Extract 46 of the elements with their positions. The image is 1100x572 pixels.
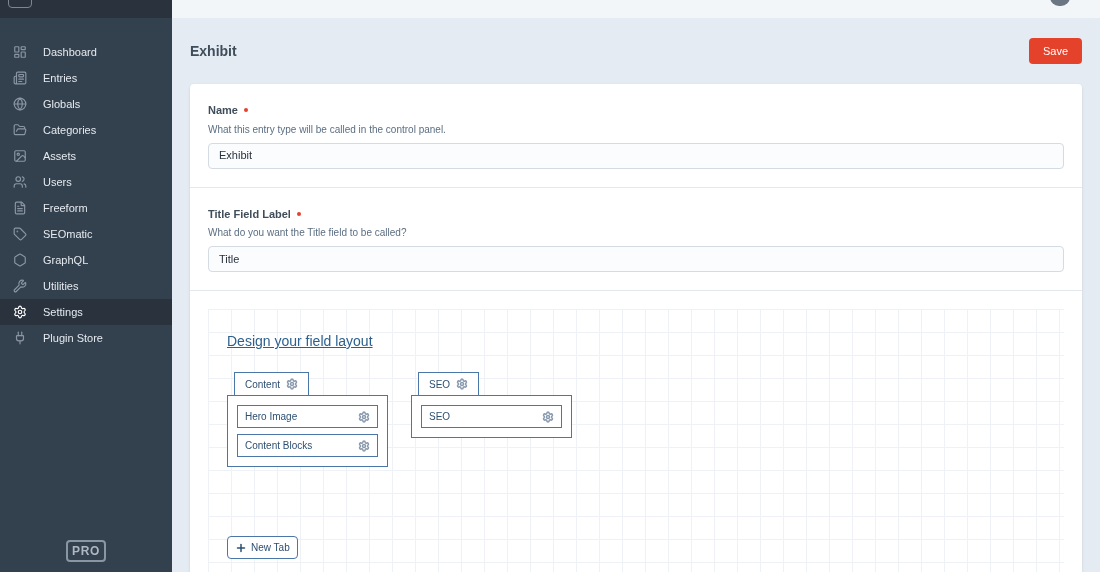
sidebar-item[interactable]: SEOmatic xyxy=(0,221,172,247)
plus-icon xyxy=(235,541,247,554)
layout-field[interactable]: Content Blocks xyxy=(237,434,378,457)
sidebar-item[interactable]: Users xyxy=(0,169,172,195)
globe-icon xyxy=(13,97,27,111)
sidebar-item[interactable]: Globals xyxy=(0,91,172,117)
sidebar-item[interactable]: Categories xyxy=(0,117,172,143)
text-field[interactable]: Exhibit xyxy=(208,142,1064,169)
hexagon-icon xyxy=(13,253,27,267)
text-field[interactable]: Title xyxy=(208,246,1064,272)
settings-icon[interactable] xyxy=(286,378,299,390)
field-instructions: What do you want the Title field to be called? xyxy=(208,226,408,240)
settings-icon[interactable] xyxy=(456,378,469,390)
sidebar-item[interactable]: Utilities xyxy=(0,273,172,299)
design-layout-link[interactable]: Design your field layout xyxy=(227,331,373,352)
save-button[interactable]: Save xyxy=(1028,38,1082,64)
layout-field[interactable]: Hero Image xyxy=(237,405,378,428)
document-icon xyxy=(13,201,27,215)
sidebar-item[interactable]: Entries xyxy=(0,65,172,91)
sidebar-item[interactable]: Plugin Store xyxy=(0,325,172,351)
wrench-icon xyxy=(13,279,27,293)
page-title: Exhibit xyxy=(190,41,237,61)
newspaper-icon xyxy=(13,71,27,85)
sidebar-item[interactable]: Assets xyxy=(0,143,172,169)
tag-icon xyxy=(13,227,27,241)
plug-icon xyxy=(13,331,27,345)
layout-tab[interactable]: SEO xyxy=(418,372,480,395)
sidebar-item[interactable]: Freeform xyxy=(0,195,172,221)
image-icon xyxy=(13,149,27,163)
settings-icon[interactable] xyxy=(358,439,370,452)
sidebar-item[interactable]: Dashboard xyxy=(0,39,172,65)
field-instructions: What this entry type will be called in the control panel. xyxy=(208,122,447,137)
gauge-icon xyxy=(13,45,27,59)
layout-field[interactable]: SEO xyxy=(421,405,562,428)
settings-icon[interactable] xyxy=(358,410,370,423)
folder-icon xyxy=(13,123,27,137)
settings-icon xyxy=(13,305,27,319)
new-tab-button[interactable]: New Tab xyxy=(227,536,298,559)
layout-tab[interactable]: Content xyxy=(234,372,310,395)
settings-icon[interactable] xyxy=(542,410,554,423)
edition-badge: PRO xyxy=(66,540,106,562)
field-label: Title Field Label xyxy=(208,206,291,222)
users-icon xyxy=(13,175,27,189)
sidebar-item[interactable]: Settings xyxy=(0,299,172,325)
sidebar-item[interactable]: GraphQL xyxy=(0,247,172,273)
field-label: Name xyxy=(208,103,238,118)
